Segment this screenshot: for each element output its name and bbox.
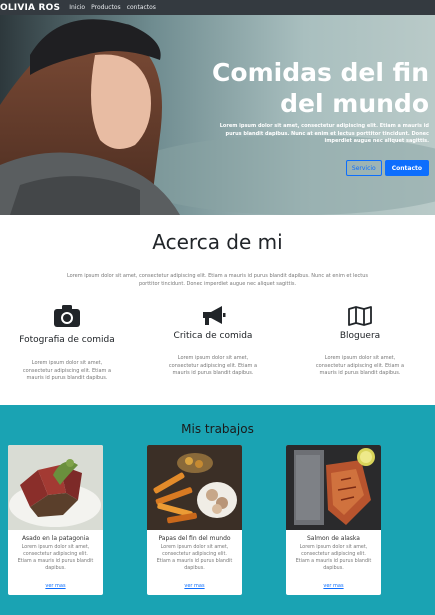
works-title: Mis trabajos [181, 422, 254, 436]
works-section: Mis trabajos Asado en la patagonia Lorem… [0, 405, 435, 615]
feature-text: Lorem ipsum dolor sit amet, consectetur … [22, 360, 112, 381]
nav-link-productos[interactable]: Productos [91, 4, 121, 11]
nav-link-contactos[interactable]: contactos [127, 4, 156, 11]
card-title: Papas del fin del mundo [158, 535, 231, 542]
ver-mas-link[interactable]: ver mas [147, 583, 242, 589]
card-image-asado [8, 445, 103, 530]
megaphone-icon [148, 303, 278, 329]
card-image-salmon [286, 445, 381, 530]
ver-mas-link[interactable]: ver mas [286, 583, 381, 589]
hero-title: Comidas del fin del mundo [212, 58, 429, 118]
feature-fotografia: Fotografia de comida Lorem ipsum dolor s… [2, 303, 132, 383]
navbar: OLIVIA ROS Inicio Productos contactos [0, 0, 435, 15]
hero-banner: Comidas del fin del mundo Lorem ipsum do… [0, 15, 435, 215]
card-text: Lorem ipsum dolor sit amet, consectetur … [17, 545, 94, 571]
work-card-asado: Asado en la patagonia Lorem ipsum dolor … [8, 445, 103, 595]
brand-logo[interactable]: OLIVIA ROS [0, 3, 60, 13]
about-title: Acerca de mi [152, 230, 283, 254]
work-card-salmon: Salmon de alaska Lorem ipsum dolor sit a… [286, 445, 381, 595]
card-title: Asado en la patagonia [21, 535, 90, 542]
nav-link-inicio[interactable]: Inicio [69, 4, 85, 11]
hero-buttons: Servicio Contacto [345, 160, 429, 176]
card-title: Salmon de alaska [307, 535, 360, 542]
feature-title: Fotografia de comida [19, 335, 115, 345]
map-icon [295, 303, 425, 329]
about-section: Acerca de mi Lorem ipsum dolor sit amet,… [0, 215, 435, 405]
contacto-button[interactable]: Contacto [384, 160, 429, 176]
feature-bloguera: Bloguera Lorem ipsum dolor sit amet, con… [295, 303, 425, 378]
work-card-papas: Papas del fin del mundo Lorem ipsum dolo… [147, 445, 242, 595]
feature-text: Lorem ipsum dolor sit amet, consectetur … [315, 355, 405, 376]
feature-text: Lorem ipsum dolor sit amet, consectetur … [168, 355, 258, 376]
servicio-button[interactable]: Servicio [345, 160, 382, 176]
feature-critica: Critica de comida Lorem ipsum dolor sit … [148, 303, 278, 378]
card-text: Lorem ipsum dolor sit amet, consectetur … [156, 545, 233, 571]
ver-mas-link[interactable]: ver mas [8, 583, 103, 589]
hero-text: Lorem ipsum dolor sit amet, consectetur … [219, 123, 429, 144]
nav-links: Inicio Productos contactos [69, 4, 156, 11]
about-text: Lorem ipsum dolor sit amet, consectetur … [66, 273, 368, 287]
card-image-papas [147, 445, 242, 530]
feature-title: Critica de comida [173, 331, 253, 341]
feature-title: Bloguera [339, 331, 381, 341]
card-text: Lorem ipsum dolor sit amet, consectetur … [295, 545, 372, 571]
camera-icon [2, 303, 132, 329]
